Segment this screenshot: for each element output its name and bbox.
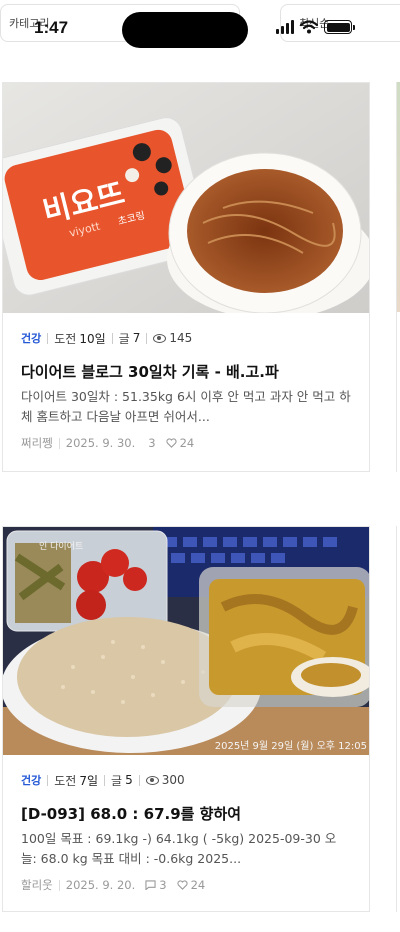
post-title[interactable]: [D-093] 68.0 : 67.9를 향하여 xyxy=(21,803,351,825)
comment-count: 3 xyxy=(159,878,167,892)
post-title[interactable]: 다이어트 블로그 30일차 기록 - 배.고.파 xyxy=(21,361,351,383)
status-bar: 카테고리 최신순 1:47 xyxy=(0,0,400,50)
next-card-peek-body xyxy=(396,312,400,472)
post-meta: 건강 도전 7일 글 5 300 xyxy=(21,771,351,789)
view-count: 145 xyxy=(169,331,193,345)
challenge-days: 10일 xyxy=(79,331,106,346)
image-small-text: 인 다이어트 xyxy=(39,541,83,552)
post-card[interactable]: 인 다이어트 2025년 9월 29일 (월) 오후 12:05 건강 도전 7… xyxy=(2,526,370,912)
heart-icon xyxy=(165,438,177,448)
dynamic-island xyxy=(122,12,248,48)
view-count: 300 xyxy=(161,773,185,787)
post-footer: 할리웃 2025. 9. 20. 3 24 xyxy=(21,877,351,893)
like-count: 24 xyxy=(179,436,195,450)
comment-count: 3 xyxy=(148,436,156,450)
photo-timestamp: 2025년 9월 29일 (월) 오후 12:05 xyxy=(215,740,367,752)
next-card-peek[interactable] xyxy=(396,82,400,312)
category-tag[interactable]: 건강 xyxy=(21,330,41,346)
post-date: 2025. 9. 20. xyxy=(65,878,136,892)
posts-label: 글 xyxy=(118,331,130,346)
category-tag[interactable]: 건강 xyxy=(21,772,41,788)
post-card[interactable]: 비요뜨 viyott 초코링 건강 도전 10일 글 7 145 다이어트 블로… xyxy=(2,82,370,472)
posts-count: 7 xyxy=(132,331,141,345)
eye-icon xyxy=(153,333,167,343)
signal-icon xyxy=(276,20,294,34)
post-thumbnail: 비요뜨 viyott 초코링 xyxy=(3,83,369,313)
post-footer: 쩌리쩽 2025. 9. 30. 3 24 xyxy=(21,435,351,451)
challenge-label: 도전 xyxy=(54,773,77,788)
battery-icon xyxy=(324,20,355,34)
wifi-icon xyxy=(300,20,318,34)
like-count: 24 xyxy=(190,878,206,892)
posts-label: 글 xyxy=(111,773,123,788)
next-card-peek[interactable] xyxy=(396,526,400,912)
heart-icon xyxy=(176,880,188,890)
post-date: 2025. 9. 30. xyxy=(65,436,136,450)
challenge-label: 도전 xyxy=(54,331,77,346)
author-name[interactable]: 쩌리쩽 xyxy=(21,435,53,451)
post-snippet: 다이어트 30일차 : 51.35kg 6시 이후 안 먹고 과자 안 먹고 하… xyxy=(21,389,351,424)
post-thumbnail: 인 다이어트 2025년 9월 29일 (월) 오후 12:05 xyxy=(3,527,369,755)
challenge-days: 7일 xyxy=(79,773,99,788)
author-name[interactable]: 할리웃 xyxy=(21,877,53,893)
posts-count: 5 xyxy=(125,773,133,787)
comment-icon xyxy=(145,880,156,890)
post-meta: 건강 도전 10일 글 7 145 xyxy=(21,329,351,347)
eye-icon xyxy=(145,775,159,785)
status-time: 1:47 xyxy=(34,18,69,37)
post-snippet: 100일 목표 : 69.1kg -) 64.1kg ( -5kg) 2025-… xyxy=(21,831,337,866)
system-icons xyxy=(276,18,355,36)
